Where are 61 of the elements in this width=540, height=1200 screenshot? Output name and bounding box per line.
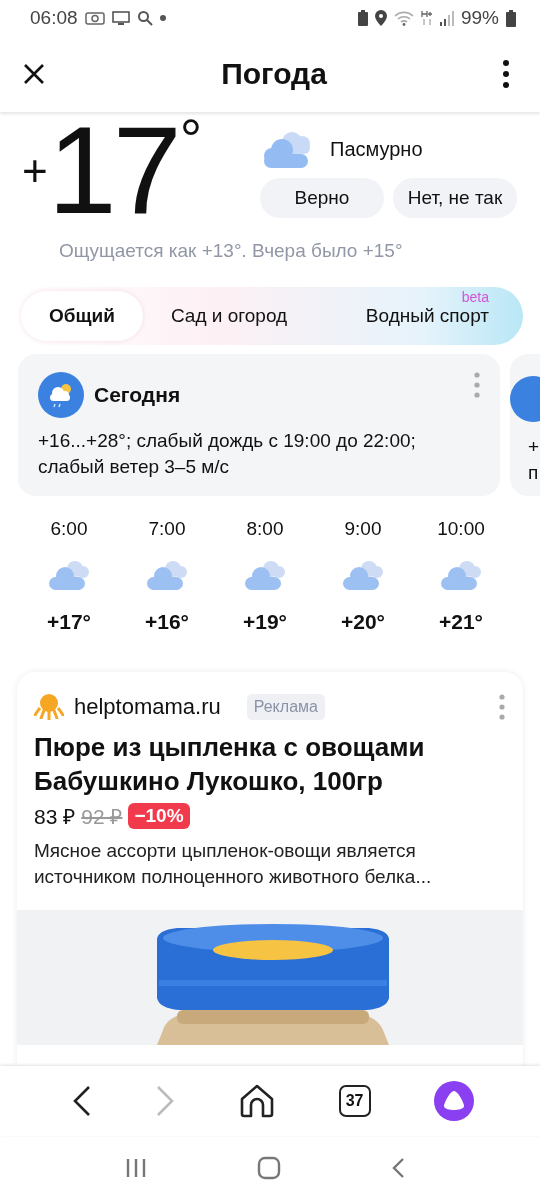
recent-apps-icon[interactable]	[125, 1158, 147, 1178]
tab[interactable]: Сад и огород	[142, 291, 316, 341]
close-icon[interactable]	[23, 63, 45, 85]
hour-time: 9:00	[344, 518, 382, 540]
battery-percent: 99%	[460, 7, 499, 29]
degree-sign: °	[179, 114, 203, 164]
battery-saver-icon	[357, 10, 368, 26]
assistant-icon[interactable]	[434, 1081, 475, 1121]
hour-temperature: +19°	[243, 610, 287, 634]
beta-label: beta	[461, 289, 489, 305]
wifi-icon	[393, 10, 414, 26]
discount-badge: −10%	[128, 803, 190, 829]
temperature-sign: +	[22, 146, 48, 196]
ad-card[interactable]: helptomama.ru Реклама Пюре из цыпленка с овощами Бабушкино Лукошко, 100гр 83 ₽ 92 ₽ −10% Мясное ассорти цыпленок-овощи является источником полноценного животного белка...	[17, 672, 523, 1066]
price: 83 ₽	[34, 804, 76, 830]
ad-description: Мясное ассорти цыпленок-овощи является источником полноценного животного белка...	[34, 839, 433, 889]
page-title: Погода	[221, 57, 327, 91]
search-icon	[136, 10, 153, 26]
cloud-icon	[341, 558, 385, 592]
cloud-icon	[145, 558, 189, 592]
hour-temperature: +16°	[145, 610, 189, 634]
temperature-value: 17	[47, 114, 178, 226]
feedback-button[interactable]: Нет, не так	[393, 178, 517, 218]
hour-temperature: +21°	[439, 610, 483, 634]
forecast-text: +	[528, 435, 540, 459]
camera-icon	[84, 10, 105, 26]
forecast-card[interactable]: Сегодня +16...+28°; слабый дождь с 19:00 до 22:00; слабый ветер 3–5 м/с	[18, 354, 500, 496]
back-icon[interactable]	[71, 1085, 92, 1117]
forecast-text: +16...+28°; слабый дождь с 19:00 до 22:00; слабый ветер 3–5 м/с	[38, 429, 417, 479]
location-icon	[374, 10, 387, 26]
hour-time: 6:00	[50, 518, 88, 540]
hour-temperature: +17°	[47, 610, 91, 634]
status-time: 06:08	[30, 7, 78, 29]
card-title: Сегодня	[94, 383, 182, 407]
forecast-card[interactable]: + п	[510, 354, 540, 496]
cloud-icon	[243, 558, 287, 592]
feels-like-text: Ощущается как +13°. Вчера было +15°	[58, 239, 404, 263]
hour-time: 10:00	[437, 518, 485, 540]
forecast-text: п	[528, 461, 540, 485]
tab[interactable]: beta Водный спорт	[337, 291, 519, 341]
signal-icon	[439, 10, 454, 26]
hour-temperature: +20°	[341, 610, 385, 634]
cloud-icon	[47, 558, 91, 592]
tabs-count-button[interactable]: 37	[338, 1085, 371, 1117]
hour-time: 8:00	[246, 518, 284, 540]
screen-icon	[111, 10, 130, 26]
ad-label: Реклама	[246, 694, 325, 720]
ad-domain[interactable]: helptomama.ru	[74, 694, 221, 720]
home-icon[interactable]	[239, 1083, 275, 1119]
old-price: 92 ₽	[81, 804, 123, 830]
cloud-icon	[439, 558, 483, 592]
network-type-icon	[420, 10, 433, 26]
dot-icon	[159, 15, 166, 21]
condition-text: Пасмурно	[330, 137, 423, 161]
hour-time: 7:00	[148, 518, 186, 540]
battery-icon	[506, 9, 516, 27]
ad-title: Пюре из цыпленка с овощами Бабушкино Лукошко, 100гр	[34, 731, 426, 798]
tab[interactable]: Общий	[21, 291, 143, 341]
rain-sun-icon	[38, 372, 84, 418]
feedback-button[interactable]: Верно	[260, 178, 384, 218]
more-icon[interactable]	[503, 60, 509, 88]
